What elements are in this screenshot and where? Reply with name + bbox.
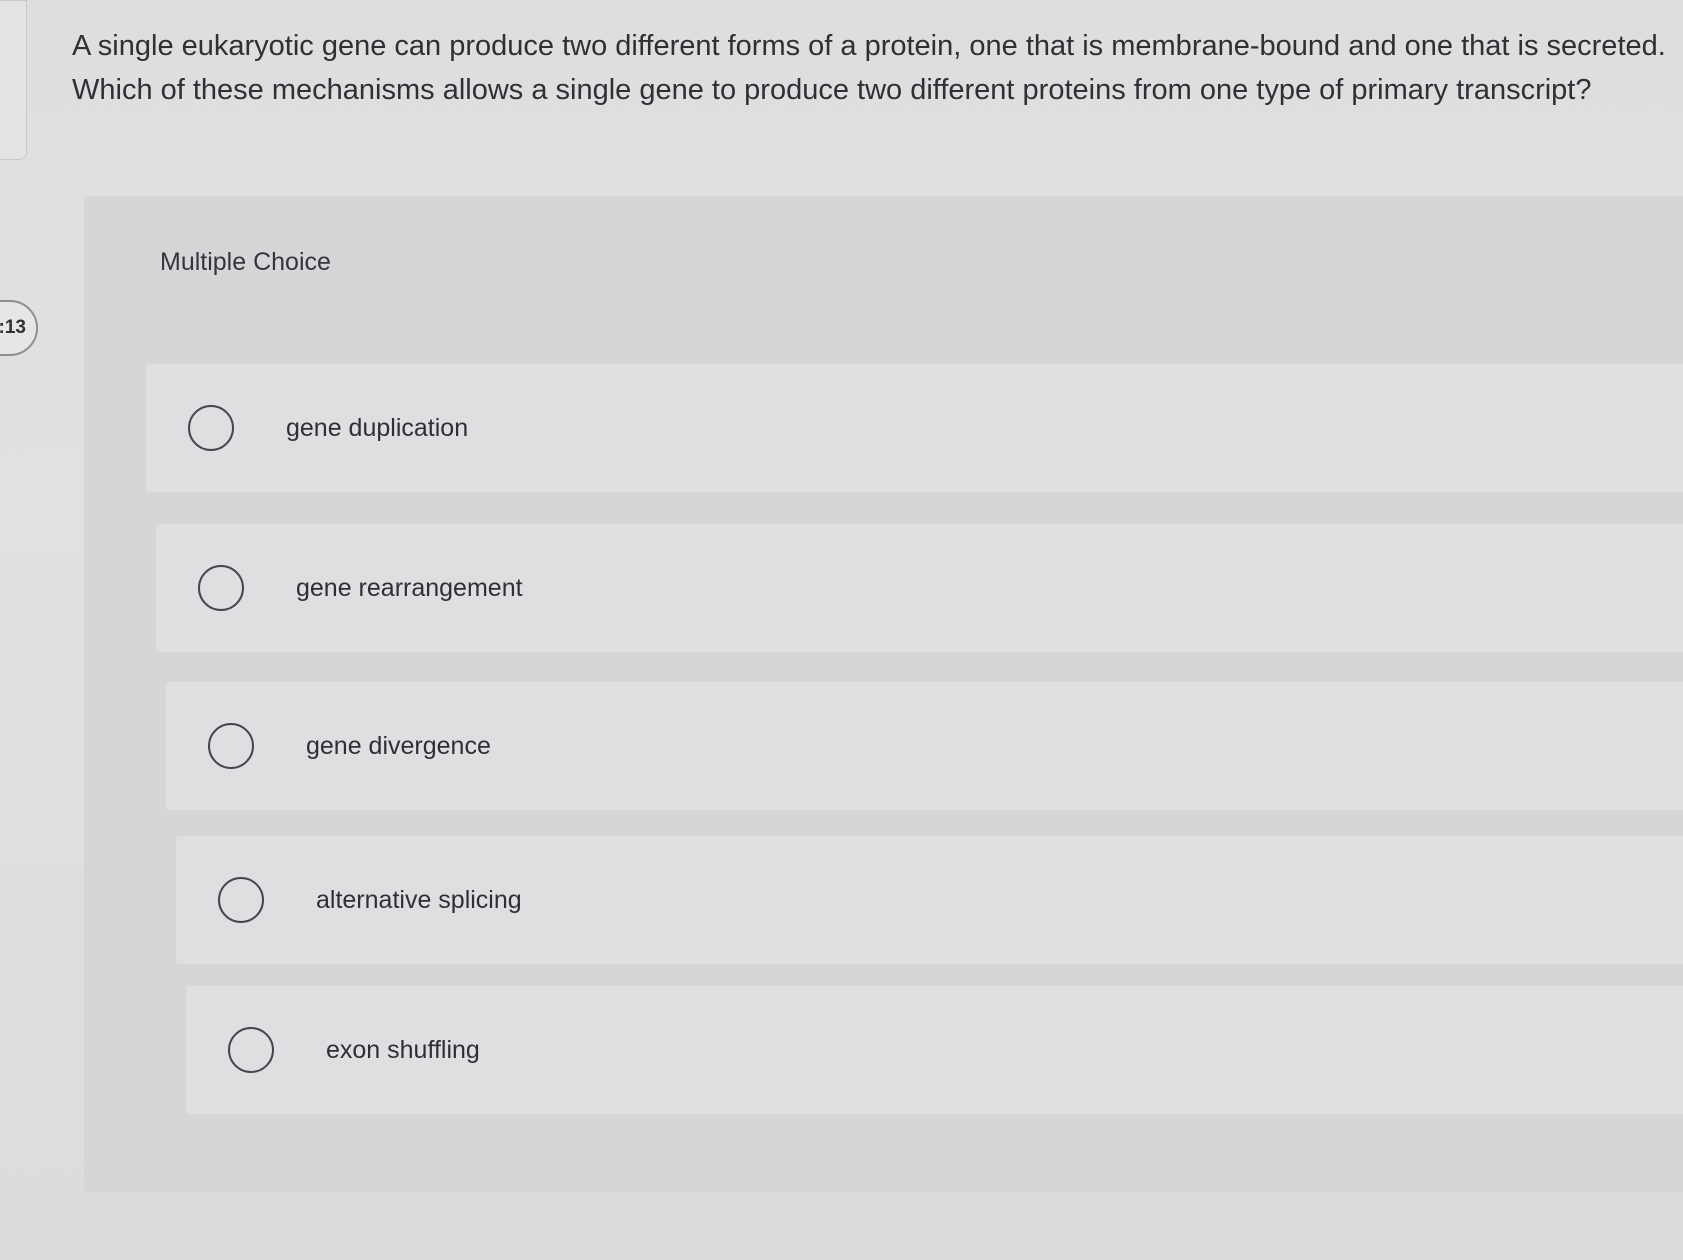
timer-text: :13 (0, 317, 26, 338)
answer-option-alternative-splicing[interactable]: alternative splicing (176, 836, 1683, 964)
answer-option-label: exon shuffling (326, 1035, 480, 1064)
radio-button[interactable] (188, 405, 234, 451)
radio-button[interactable] (228, 1027, 274, 1073)
answer-option-exon-shuffling[interactable]: exon shuffling (186, 986, 1683, 1114)
answer-option-label: gene divergence (306, 731, 491, 760)
radio-button[interactable] (198, 565, 244, 611)
radio-button[interactable] (208, 723, 254, 769)
answer-option-gene-divergence[interactable]: gene divergence (166, 682, 1683, 810)
answer-option-label: gene rearrangement (296, 573, 523, 602)
sidebar-edge (0, 0, 27, 160)
answer-option-label: gene duplication (286, 413, 469, 442)
timer-badge[interactable]: :13 (0, 300, 38, 356)
answer-option-gene-duplication[interactable]: gene duplication (146, 364, 1683, 492)
question-type-label: Multiple Choice (160, 248, 331, 276)
answer-option-gene-rearrangement[interactable]: gene rearrangement (156, 524, 1683, 652)
question-text: A single eukaryotic gene can produce two… (72, 30, 1666, 106)
radio-button[interactable] (218, 877, 264, 923)
answer-option-label: alternative splicing (316, 885, 522, 914)
